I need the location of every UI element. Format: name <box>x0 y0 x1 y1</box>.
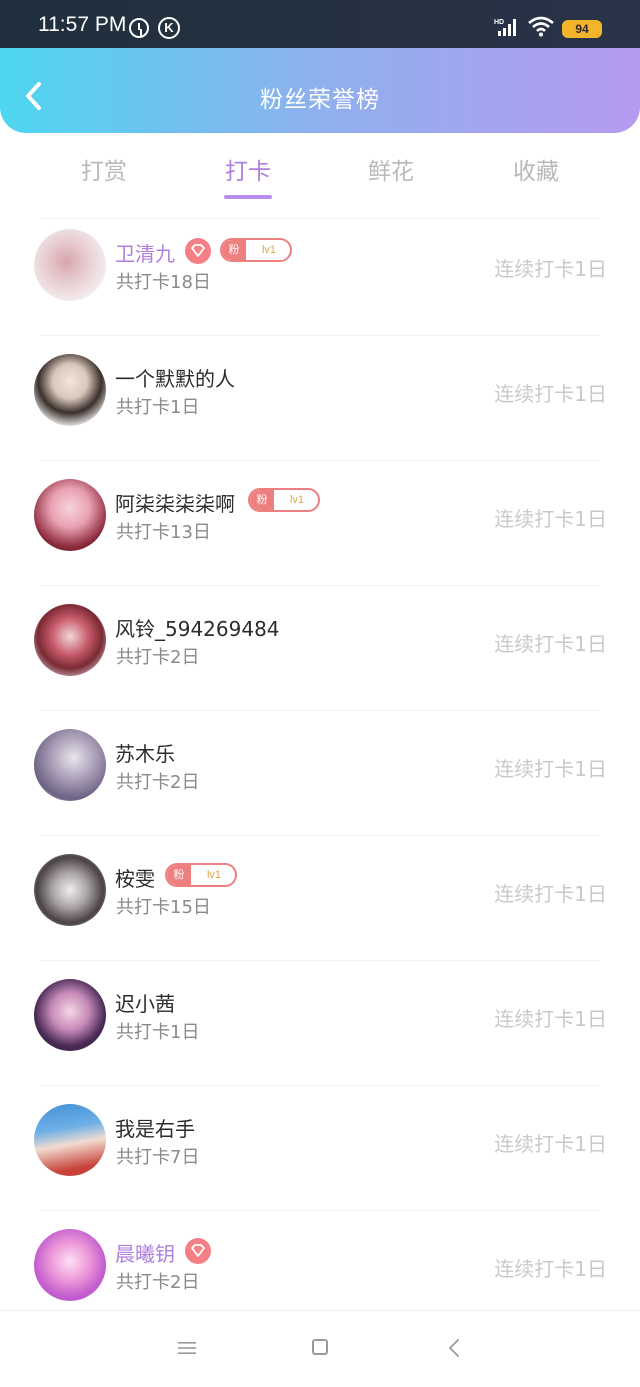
avatar[interactable] <box>34 354 106 426</box>
total-checkins: 共打卡2日 <box>116 1272 200 1293</box>
user-name[interactable]: 桉雯 <box>115 863 155 892</box>
total-checkins: 共打卡15日 <box>116 897 211 918</box>
checkin-streak: 连续打卡1日 <box>494 757 607 781</box>
divider <box>40 710 600 711</box>
checkin-streak: 连续打卡1日 <box>494 382 607 406</box>
checkin-streak: 连续打卡1日 <box>494 1257 607 1281</box>
tab-flowers[interactable]: 鲜花 <box>341 152 441 186</box>
checkin-streak: 连续打卡1日 <box>494 1007 607 1031</box>
user-name[interactable]: 风铃_594269484 <box>115 613 280 642</box>
back-icon[interactable] <box>447 1338 461 1358</box>
user-name[interactable]: 我是右手 <box>115 1113 195 1142</box>
list-item[interactable]: 桉雯 粉 lv1 共打卡15日 连续打卡1日 <box>0 835 640 959</box>
user-name[interactable]: 迟小茜 <box>115 988 175 1017</box>
user-name[interactable]: 晨曦钥 <box>115 1238 175 1267</box>
total-checkins: 共打卡2日 <box>116 647 200 668</box>
alarm-icon <box>129 18 149 38</box>
avatar[interactable] <box>34 979 106 1051</box>
total-checkins: 共打卡7日 <box>116 1147 200 1168</box>
user-name[interactable]: 一个默默的人 <box>115 363 235 392</box>
checkin-streak: 连续打卡1日 <box>494 257 607 281</box>
total-checkins: 共打卡18日 <box>116 272 211 293</box>
active-tab-indicator <box>224 195 272 199</box>
fan-level-badge: 粉 lv1 <box>165 863 237 887</box>
diamond-icon <box>185 1238 211 1264</box>
user-name[interactable]: 卫清九 <box>115 238 175 267</box>
checkin-streak: 连续打卡1日 <box>494 507 607 531</box>
tab-bar: 打赏 打卡 鲜花 收藏 <box>0 140 640 204</box>
avatar[interactable] <box>34 604 106 676</box>
fan-level-badge: 粉 lv1 <box>248 488 320 512</box>
tab-checkin[interactable]: 打卡 <box>198 152 298 186</box>
checkin-streak: 连续打卡1日 <box>494 632 607 656</box>
total-checkins: 共打卡1日 <box>116 1022 200 1043</box>
avatar[interactable] <box>34 1104 106 1176</box>
divider <box>40 1085 600 1086</box>
divider <box>40 585 600 586</box>
home-icon[interactable] <box>312 1339 328 1355</box>
signal-icon: HD <box>494 19 516 36</box>
status-time: 11:57 PM <box>38 13 127 36</box>
avatar[interactable] <box>34 729 106 801</box>
total-checkins: 共打卡13日 <box>116 522 211 543</box>
divider <box>40 835 600 836</box>
user-name[interactable]: 苏木乐 <box>115 738 175 767</box>
list-item[interactable]: 风铃_594269484 共打卡2日 连续打卡1日 <box>0 585 640 709</box>
divider <box>40 1210 600 1211</box>
list-item[interactable]: 卫清九 粉 lv1 共打卡18日 连续打卡1日 <box>0 218 640 342</box>
list-item[interactable]: 我是右手 共打卡7日 连续打卡1日 <box>0 1085 640 1209</box>
user-name[interactable]: 阿柒柒柒柒啊 <box>115 488 235 517</box>
divider <box>40 460 600 461</box>
checkin-streak: 连续打卡1日 <box>494 882 607 906</box>
diamond-icon <box>185 238 211 264</box>
battery-icon: 94 <box>562 20 602 38</box>
header-bar: 11:57 PM K HD 94 粉丝荣誉榜 <box>0 0 640 133</box>
k-app-icon: K <box>158 17 180 39</box>
avatar[interactable] <box>34 854 106 926</box>
system-nav-bar <box>0 1310 640 1387</box>
tab-tips[interactable]: 打赏 <box>54 152 154 186</box>
status-bar: 11:57 PM K HD 94 <box>0 0 640 48</box>
svg-text:HD: HD <box>494 19 504 26</box>
avatar[interactable] <box>34 1229 106 1301</box>
avatar[interactable] <box>34 229 106 301</box>
menu-icon[interactable] <box>178 1341 196 1355</box>
list-item[interactable]: 苏木乐 共打卡2日 连续打卡1日 <box>0 710 640 834</box>
list-item[interactable]: 迟小茜 共打卡1日 连续打卡1日 <box>0 960 640 1084</box>
checkin-streak: 连续打卡1日 <box>494 1132 607 1156</box>
page-title: 粉丝荣誉榜 <box>260 87 380 113</box>
divider <box>40 335 600 336</box>
wifi-icon <box>528 16 554 37</box>
tab-favorites[interactable]: 收藏 <box>486 152 586 186</box>
total-checkins: 共打卡2日 <box>116 772 200 793</box>
total-checkins: 共打卡1日 <box>116 397 200 418</box>
avatar[interactable] <box>34 479 106 551</box>
divider <box>40 960 600 961</box>
list-item[interactable]: 阿柒柒柒柒啊 粉 lv1 共打卡13日 连续打卡1日 <box>0 460 640 584</box>
fan-level-badge: 粉 lv1 <box>220 238 292 262</box>
list-item[interactable]: 一个默默的人 共打卡1日 连续打卡1日 <box>0 335 640 459</box>
divider <box>40 218 600 219</box>
